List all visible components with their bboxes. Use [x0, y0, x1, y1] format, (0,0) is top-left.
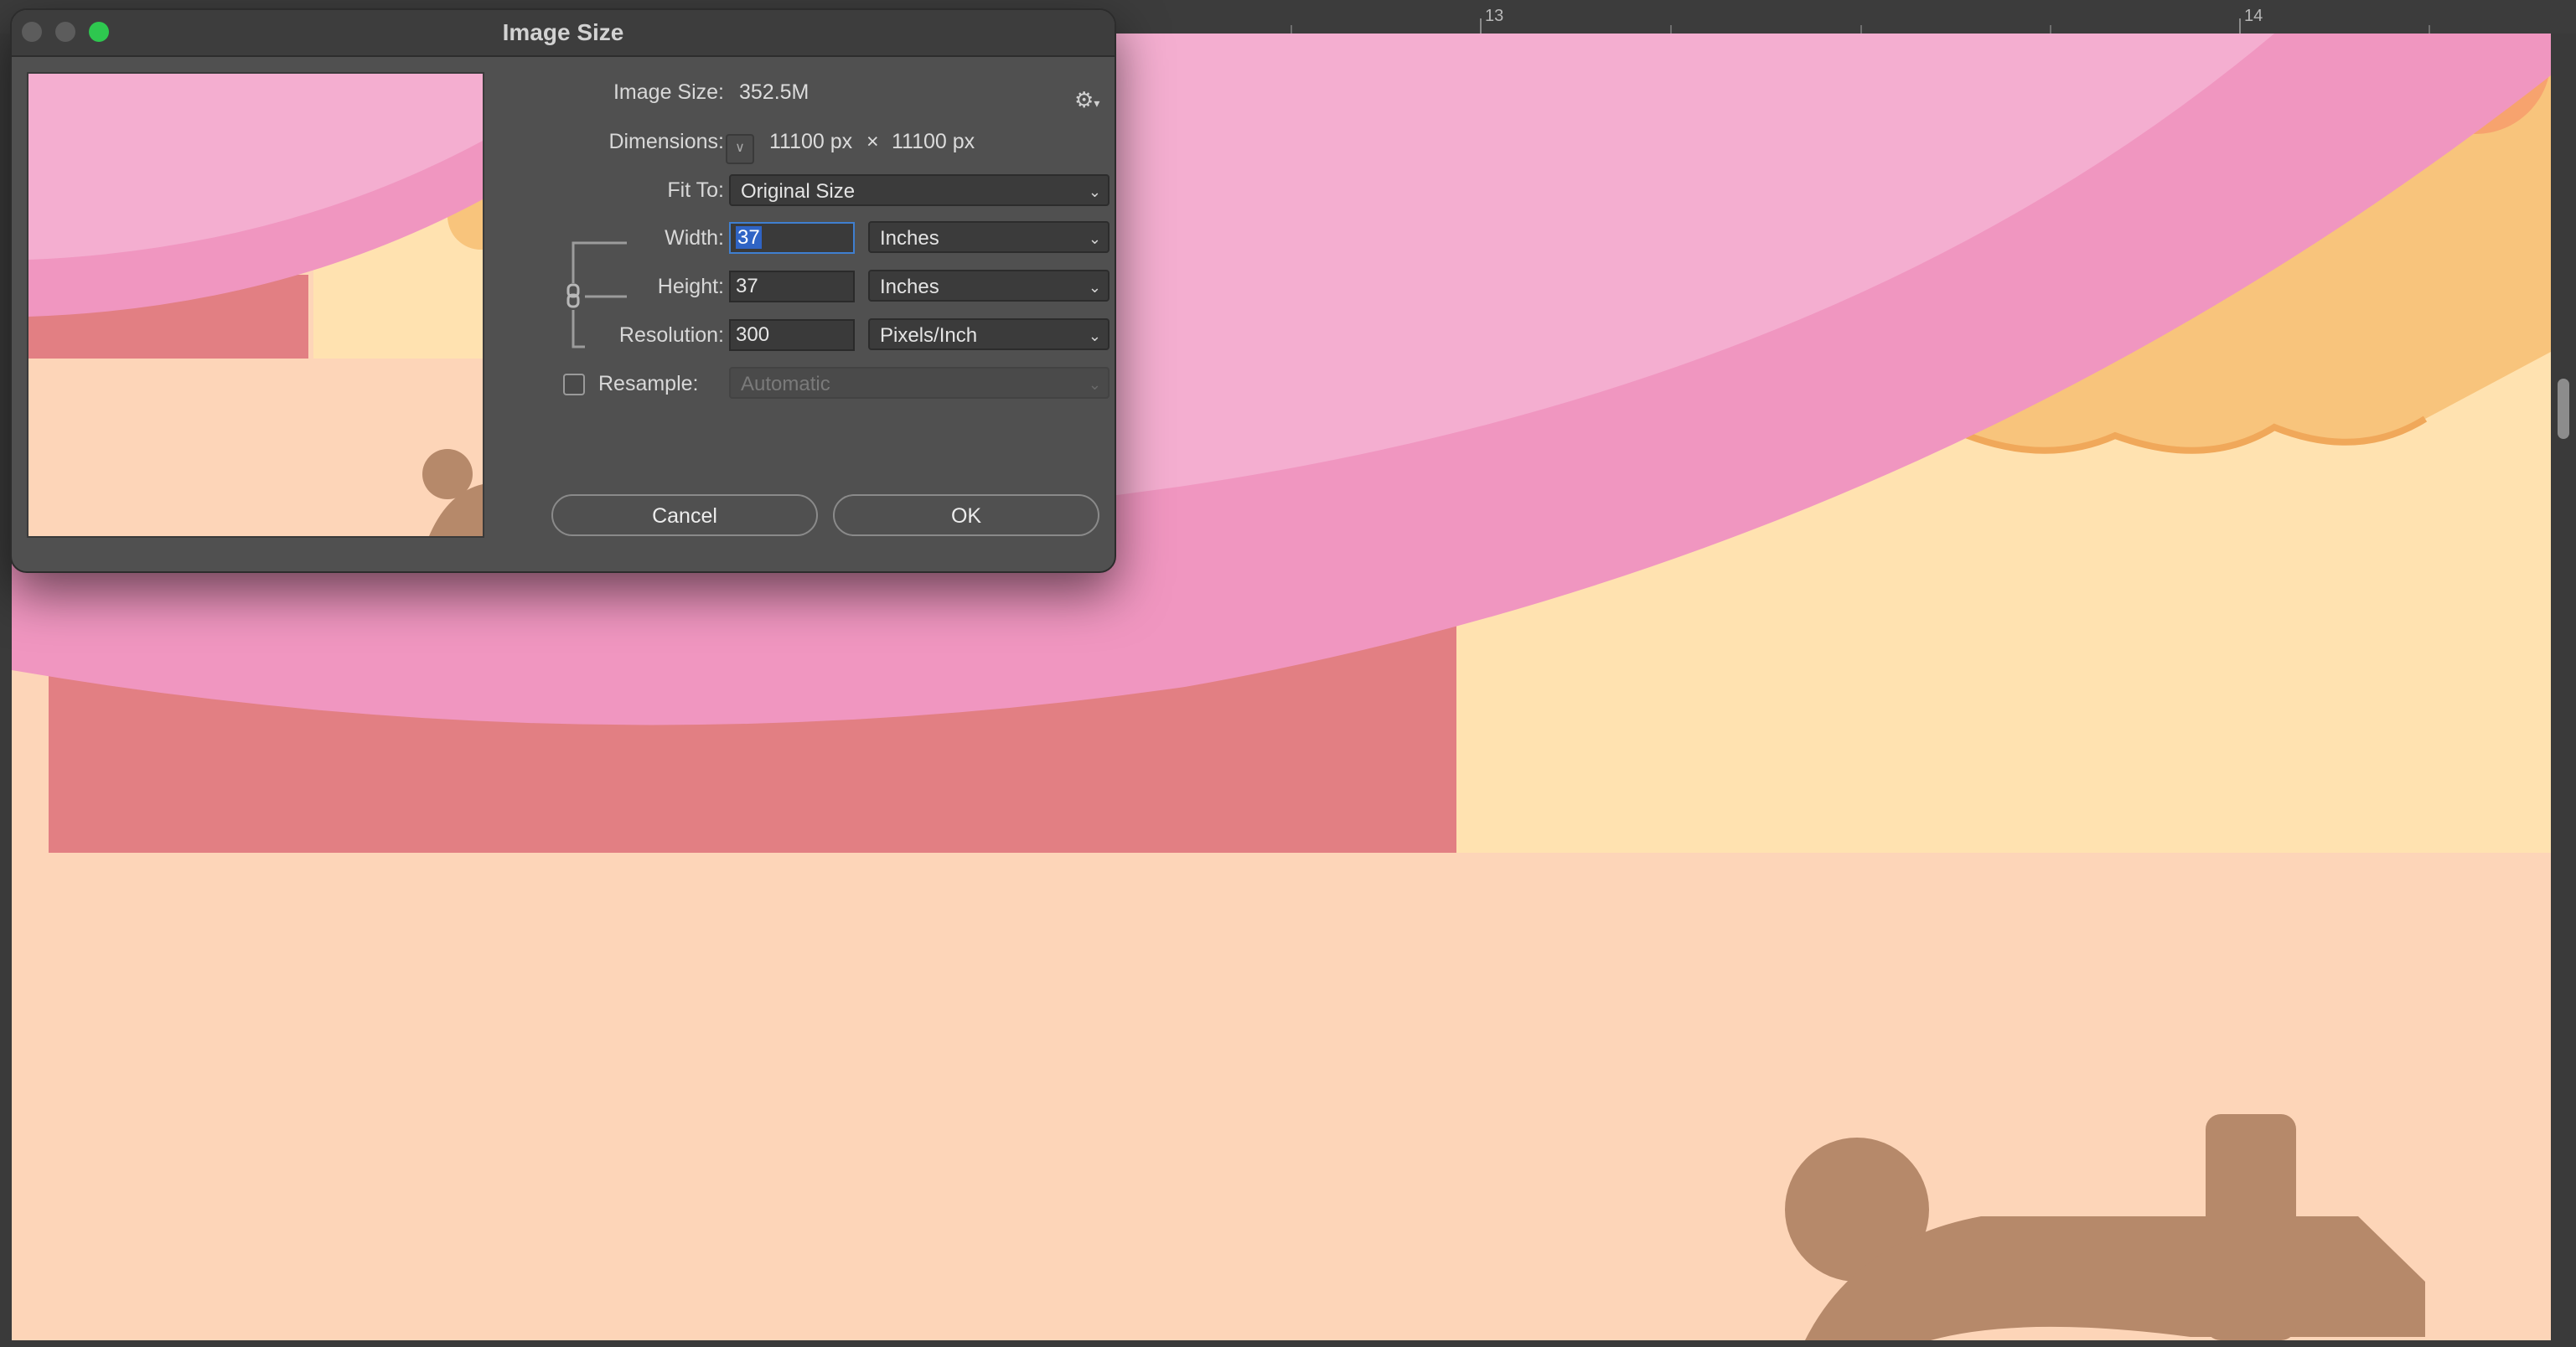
resolution-unit-dropdown[interactable]: Pixels/Inch ⌄ [868, 318, 1110, 350]
fit-to-label: Fit To: [667, 178, 724, 202]
resample-method-dropdown: Automatic ⌄ [729, 367, 1110, 399]
fit-to-dropdown[interactable]: Original Size ⌄ [729, 174, 1110, 206]
ruler-tick [1860, 25, 1862, 34]
vertical-scrollbar[interactable] [2551, 34, 2576, 1340]
artwork-brown-post [2206, 1114, 2296, 1340]
dimensions-width-value: 11100 px [769, 130, 853, 153]
height-label: Height: [657, 275, 724, 298]
dialog-titlebar[interactable]: Image Size [12, 10, 1115, 57]
chevron-down-icon: ⌄ [1088, 376, 1101, 393]
resolution-input[interactable]: 300 [729, 319, 855, 351]
cancel-button[interactable]: Cancel [551, 494, 818, 536]
chevron-down-icon: ⌄ [1088, 183, 1101, 200]
chevron-down-icon: ∨ [735, 141, 745, 155]
ruler-tick [2050, 25, 2051, 34]
ruler-tick [2239, 18, 2241, 34]
dialog-title: Image Size [502, 19, 624, 45]
resolution-label: Resolution: [618, 323, 724, 347]
height-value: 37 [736, 275, 758, 297]
bottom-scrollbar[interactable] [0, 1340, 2576, 1347]
width-label: Width: [665, 226, 724, 250]
height-input[interactable]: 37 [729, 271, 855, 302]
ruler-tick [1670, 25, 1672, 34]
chevron-down-icon: ⌄ [1088, 230, 1101, 247]
dimensions-height-value: 11100 px [892, 130, 975, 153]
width-unit-value: Inches [880, 227, 939, 250]
resample-method-value: Automatic [741, 373, 830, 395]
image-size-value: 352.5M [739, 80, 810, 104]
preview-artwork [28, 74, 483, 536]
image-preview[interactable] [27, 72, 484, 538]
dimensions-label: Dimensions: [608, 130, 724, 153]
ruler-tick [1480, 18, 1482, 34]
resample-checkbox[interactable] [563, 374, 585, 395]
image-size-dialog: Image Size Image Size: 352.5M ⚙▾ Dimensi… [10, 8, 1116, 573]
width-input[interactable]: 37 [729, 222, 855, 254]
height-unit-value: Inches [880, 276, 939, 298]
fit-to-value: Original Size [741, 180, 856, 203]
ruler-label-14: 14 [2244, 7, 2263, 25]
dimensions-times-sign: × [866, 130, 879, 153]
ruler-label-13: 13 [1485, 7, 1504, 25]
gear-icon[interactable]: ⚙▾ [1074, 87, 1099, 113]
chevron-down-icon: ⌄ [1088, 328, 1101, 344]
width-unit-dropdown[interactable]: Inches ⌄ [868, 221, 1110, 253]
image-size-label: Image Size: [613, 80, 724, 104]
resolution-unit-value: Pixels/Inch [880, 324, 978, 347]
ruler-tick [1291, 25, 1292, 34]
height-unit-dropdown[interactable]: Inches ⌄ [868, 270, 1110, 302]
resolution-value: 300 [736, 323, 770, 346]
scrollbar-thumb[interactable] [2558, 379, 2569, 439]
resample-label: Resample: [598, 372, 699, 395]
width-value: 37 [736, 226, 762, 249]
ruler-tick [2429, 25, 2430, 34]
chevron-down-icon: ⌄ [1088, 279, 1101, 296]
ok-button[interactable]: OK [833, 494, 1099, 536]
dimensions-units-dropdown[interactable]: ∨ [726, 134, 754, 164]
